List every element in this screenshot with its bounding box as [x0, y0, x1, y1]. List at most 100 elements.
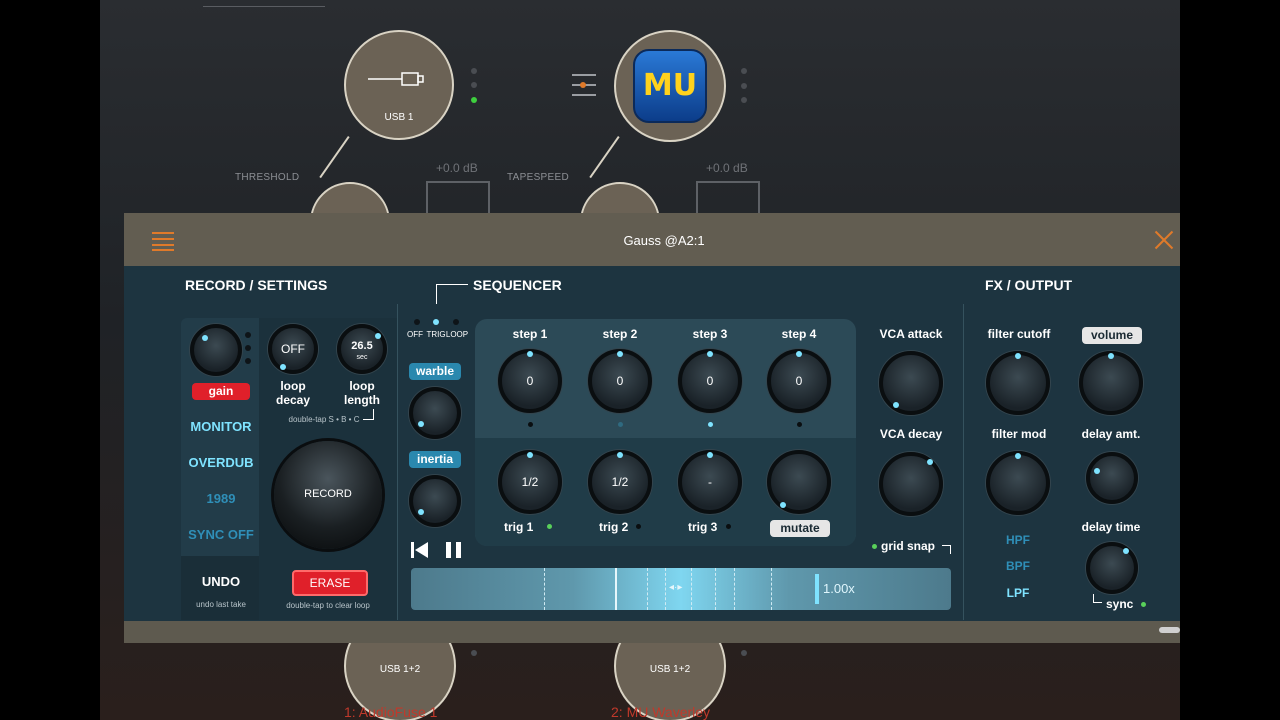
- undo-button[interactable]: UNDO: [181, 574, 261, 589]
- warble-label: warble: [409, 363, 461, 380]
- mode-dot-off[interactable]: [414, 319, 420, 325]
- monitor-button[interactable]: MONITOR: [181, 419, 261, 434]
- step-2-knob[interactable]: 0: [588, 349, 652, 413]
- warble-knob[interactable]: [409, 387, 461, 439]
- 1989-button[interactable]: 1989: [181, 491, 261, 506]
- bpf-button[interactable]: BPF: [992, 559, 1044, 573]
- channel-name[interactable]: 1: AudioFuse 1: [344, 704, 437, 720]
- delay-amt-label: delay amt.: [1081, 427, 1141, 441]
- loop-decay-knob[interactable]: OFF: [268, 324, 318, 374]
- sync-toggle[interactable]: sync: [1106, 597, 1142, 611]
- speed-readout: 1.00x: [823, 581, 855, 596]
- loop-length-value: 26.5: [351, 340, 373, 352]
- inertia-knob[interactable]: [409, 475, 461, 527]
- vca-decay-label: VCA decay: [879, 427, 943, 441]
- grid-snap-indicator: [872, 544, 877, 549]
- mutate-button[interactable]: mutate: [770, 520, 830, 537]
- filter-cutoff-knob[interactable]: [986, 351, 1050, 415]
- indicator-dot: [245, 345, 251, 351]
- close-icon[interactable]: [1154, 230, 1174, 250]
- trig-1-knob[interactable]: 1/2: [498, 450, 562, 514]
- resize-handle[interactable]: [1159, 627, 1180, 633]
- undo-hint: undo last take: [196, 600, 246, 609]
- divider: [436, 284, 437, 304]
- threshold-label: THRESHOLD: [235, 172, 300, 183]
- trig-2-label: trig 2: [599, 520, 629, 534]
- mutate-knob[interactable]: [767, 450, 831, 514]
- record-button-label: RECORD: [304, 488, 352, 500]
- divider: [397, 304, 398, 620]
- cable-icon: [368, 72, 424, 86]
- db-readout: +0.0 dB: [706, 161, 748, 175]
- trig-3-knob[interactable]: -: [678, 450, 742, 514]
- fader-bracket[interactable]: [696, 181, 760, 215]
- skip-back-icon[interactable]: [411, 541, 431, 559]
- inertia-label: inertia: [409, 451, 461, 468]
- step-indicator-active: [708, 422, 713, 427]
- indicator-dot: [245, 332, 251, 338]
- plugin-panel: RECORD / SETTINGS SEQUENCER FX / OUTPUT …: [124, 266, 1180, 621]
- step-indicator: [797, 422, 802, 427]
- scrub-arrows-icon: ◂·▸: [669, 582, 683, 593]
- double-tap-hint: double-tap S • B • C: [288, 415, 360, 424]
- mu-node[interactable]: MU: [614, 30, 726, 142]
- filter-mod-label: filter mod: [991, 427, 1047, 441]
- step-indicator: [618, 422, 623, 427]
- status-dot: [471, 68, 477, 74]
- sync-off-button[interactable]: SYNC OFF: [181, 527, 261, 542]
- divider: [942, 545, 951, 554]
- loop-decay-label: loop decay: [263, 379, 323, 407]
- erase-button[interactable]: ERASE: [292, 570, 368, 596]
- step-4-knob[interactable]: 0: [767, 349, 831, 413]
- mode-dot-trig[interactable]: [433, 319, 439, 325]
- vca-decay-knob[interactable]: [879, 452, 943, 516]
- connector-line: [589, 136, 620, 179]
- plugin-titlebar: Gauss @A2:1: [124, 213, 1180, 266]
- channel-name[interactable]: 2: MU Waverley: [611, 704, 710, 720]
- gain-label: gain: [192, 383, 250, 400]
- vca-attack-knob[interactable]: [879, 351, 943, 415]
- lpf-button[interactable]: LPF: [992, 586, 1044, 600]
- step-1-label: step 1: [512, 327, 548, 341]
- divider: [363, 409, 374, 420]
- connector-line: [319, 136, 350, 179]
- status-dot: [741, 650, 747, 656]
- trig-1-value: 1/2: [521, 475, 539, 489]
- step-3-value: 0: [706, 374, 714, 388]
- mode-loop-label: LOOP: [445, 330, 469, 339]
- trig-indicator: [636, 524, 641, 529]
- filter-mod-knob[interactable]: [986, 451, 1050, 515]
- step-3-knob[interactable]: 0: [678, 349, 742, 413]
- record-button[interactable]: RECORD: [274, 441, 382, 549]
- grid-snap-toggle[interactable]: grid snap: [881, 539, 941, 553]
- usb12-node-label: USB 1+2: [649, 664, 691, 675]
- trig-2-knob[interactable]: 1/2: [588, 450, 652, 514]
- speed-marker[interactable]: [815, 574, 819, 604]
- delay-time-label: delay time: [1081, 520, 1141, 534]
- delay-time-knob[interactable]: [1086, 542, 1138, 594]
- mixer-icon[interactable]: [572, 72, 596, 98]
- status-dot: [741, 83, 747, 89]
- overdub-button[interactable]: OVERDUB: [181, 455, 261, 470]
- delay-amt-knob[interactable]: [1086, 452, 1138, 504]
- step-1-knob[interactable]: 0: [498, 349, 562, 413]
- usb1-node[interactable]: USB 1: [344, 30, 454, 140]
- loop-length-unit: sec: [356, 354, 368, 361]
- loop-length-knob[interactable]: 26.5 sec: [337, 324, 387, 374]
- fader-bracket[interactable]: [426, 181, 490, 215]
- status-dot: [471, 650, 477, 656]
- loop-decay-label-line: decay: [275, 393, 311, 407]
- tapespeed-label: TAPESPEED: [507, 172, 569, 183]
- filter-cutoff-label: filter cutoff: [987, 327, 1051, 341]
- volume-knob[interactable]: [1079, 351, 1143, 415]
- tape-scrubber[interactable]: 1.00x ◂·▸: [411, 568, 951, 610]
- trig-3-value: -: [708, 475, 712, 489]
- hpf-button[interactable]: HPF: [992, 533, 1044, 547]
- status-dot: [741, 68, 747, 74]
- pause-icon[interactable]: [446, 542, 462, 558]
- divider: [1093, 594, 1102, 603]
- step-1-value: 0: [526, 374, 534, 388]
- mode-dot-loop[interactable]: [453, 319, 459, 325]
- gain-knob[interactable]: [190, 324, 242, 376]
- db-readout: +0.0 dB: [436, 161, 478, 175]
